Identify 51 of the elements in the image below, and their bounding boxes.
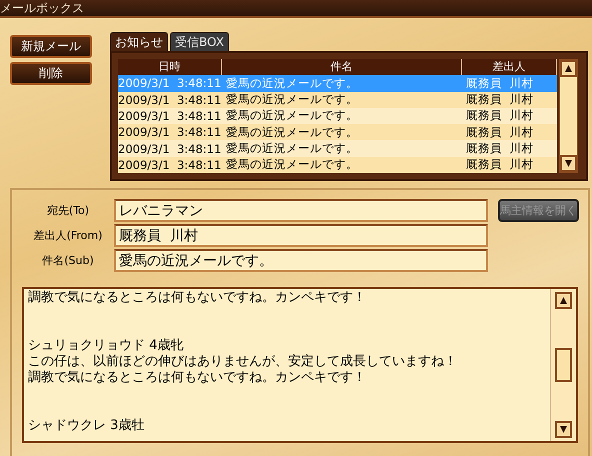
table-cell-text: 愛馬の近況メールです。 (225, 124, 359, 140)
scroll-up-icon (564, 64, 573, 73)
scroll-up-button[interactable] (560, 60, 577, 77)
scroll-down-icon (564, 159, 573, 168)
table-cell-text: 愛馬の近況メールです。 (225, 92, 359, 108)
table-cell: 2009/3/1 3:48:11 (118, 92, 222, 107)
mail-row[interactable]: 2009/3/1 3:48:11 愛馬の近況メールです。 厩務員 川村 (118, 140, 557, 157)
scroll-down-icon (559, 425, 568, 434)
tab[interactable]: 受信BOX (170, 32, 229, 51)
scroll-up-button[interactable] (555, 292, 572, 309)
table-cell-text: 愛馬の近況メールです。 (225, 76, 359, 91)
scrollbar[interactable] (559, 59, 578, 173)
delete-button[interactable]: 削除 (10, 62, 92, 85)
message-line: シャドウクレ 3歳牡 (28, 418, 146, 434)
scroll-down-button[interactable] (555, 421, 572, 438)
scrollbar[interactable] (550, 289, 576, 441)
tab[interactable]: お知らせ (110, 32, 168, 51)
table-cell: 2009/3/1 3:48:11 (118, 76, 222, 90)
message-box[interactable]: 調教で気になるところは何もないですね。カンペキです！ シュリョクリョウド 4歳牝 この仔は、以前ほどの伸びはありませんが、安定して成長していますね！ 調教で気になるところは何もないですね。カンペキです！ シャドウクレ 3歳牡 (22, 287, 578, 443)
scroll-up-icon (559, 296, 568, 305)
table-cell-text: 厩務員 川村 (465, 108, 534, 124)
table-cell-text: 厩務員 川村 (465, 92, 534, 108)
table-cell: 2009/3/1 3:48:11 (118, 142, 222, 156)
table-cell-text: 愛馬の近況メールです。 (225, 157, 359, 172)
table-cell-text: 愛馬の近況メールです。 (225, 108, 359, 124)
table-cell-text: 厩務員 川村 (465, 157, 534, 172)
field-label: 宛先(To) (46, 203, 90, 218)
table-cell: 2009/3/1 3:48:11 (118, 125, 222, 140)
mail-row[interactable]: 2009/3/1 3:48:11 愛馬の近況メールです。 厩務員 川村 (118, 124, 557, 140)
message-line: 調教で気になるところは何もないですね。カンペキです！ (28, 370, 367, 386)
input-field[interactable]: レバニラマン (114, 199, 488, 222)
mail-row[interactable]: 2009/3/1 3:48:11 愛馬の近況メールです。 厩務員 川村 (118, 92, 557, 108)
mail-row[interactable]: 2009/3/1 3:48:11 愛馬の近況メールです。 厩務員 川村 (118, 156, 557, 173)
table-cell-text: 厩務員 川村 (465, 76, 534, 91)
message-line: シュリョクリョウド 4歳牝 (28, 338, 184, 354)
input-field[interactable]: 厩務員 川村 (114, 224, 488, 247)
table-cell: 2009/3/1 3:48:11 (118, 108, 222, 123)
message-line: この仔は、以前ほどの伸びはありませんが、安定して成長していますね！ (28, 354, 458, 370)
scroll-thumb[interactable] (555, 348, 572, 382)
field-label: 差出人(From) (32, 228, 104, 243)
scroll-down-button[interactable] (560, 155, 577, 172)
table-cell: 2009/3/1 3:48:11 (118, 158, 222, 172)
table-cell-text: 厩務員 川村 (465, 141, 534, 156)
message-line: 調教で気になるところは何もないですね。カンペキです！ (28, 290, 367, 306)
input-field[interactable]: 愛馬の近況メールです。 (114, 249, 488, 272)
field-label: 件名(Sub) (41, 253, 95, 268)
table-cell-text: 愛馬の近況メールです。 (225, 141, 359, 156)
new-mail-button[interactable]: 新規メール (10, 35, 92, 58)
window-title: メールボックス (0, 0, 84, 16)
mail-row[interactable]: 2009/3/1 3:48:11 愛馬の近況メールです。 厩務員 川村 (118, 108, 557, 124)
table-cell-text: 厩務員 川村 (465, 124, 534, 140)
